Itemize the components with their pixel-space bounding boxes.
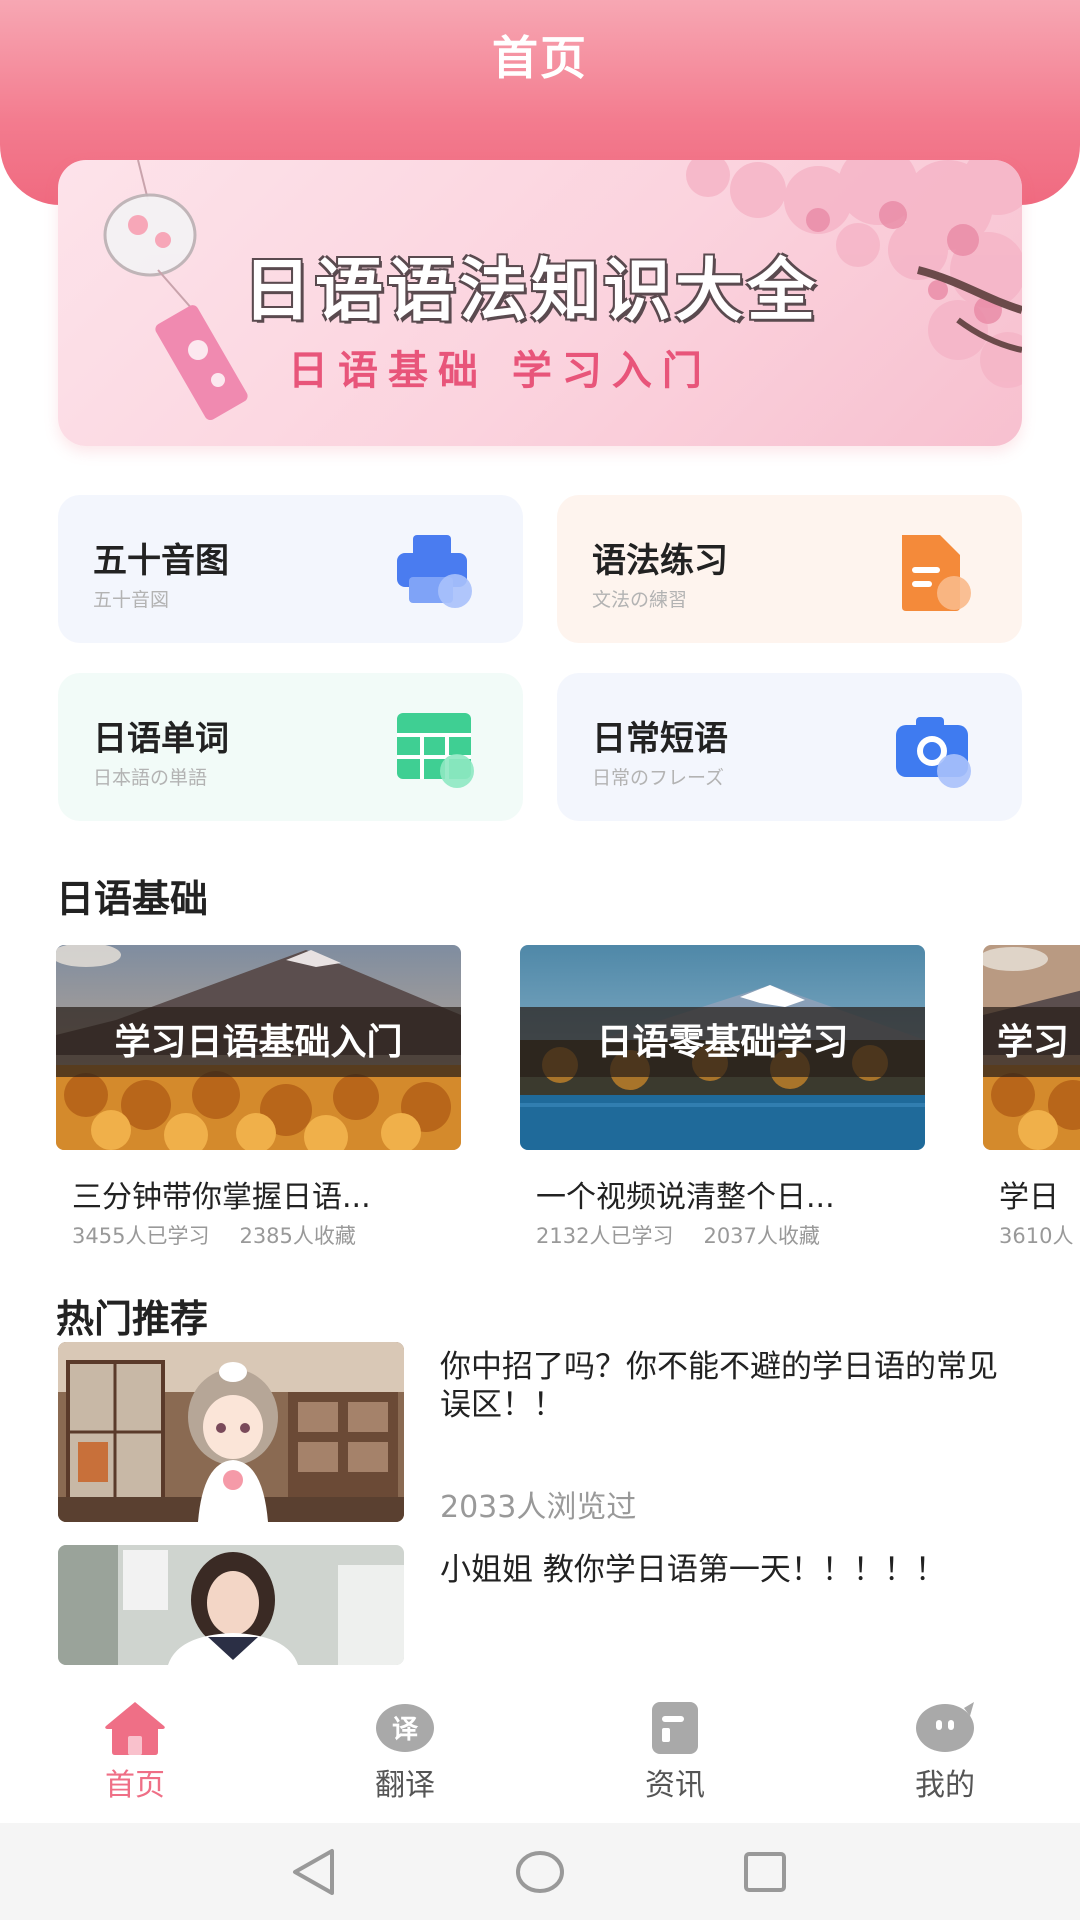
tab-home[interactable]: 首页 <box>0 1668 270 1823</box>
recommendation-thumbnail <box>58 1545 404 1665</box>
feature-subtitle: 日本語の単語 <box>93 767 208 789</box>
tab-news[interactable]: 资讯 <box>540 1668 810 1823</box>
course-card[interactable]: 学习日语基础入门 三分钟带你掌握日语... 3455人已学习 2385人收藏 <box>56 945 461 1245</box>
course-meta: 2132人已学习 2037人收藏 <box>520 1220 925 1245</box>
feature-card-phrases[interactable]: 日常短语 日常のフレーズ <box>557 673 1022 821</box>
recommendation-views: 2033人浏览过 <box>440 1490 637 1525</box>
section-title-hot: 热门推荐 <box>56 1297 209 1341</box>
back-icon[interactable] <box>293 1849 334 1895</box>
feature-title: 日常短语 <box>592 719 728 759</box>
course-meta: 3455人已学习 2385人收藏 <box>56 1220 461 1245</box>
course-meta: 3610人 <box>983 1220 1080 1245</box>
home-circle-icon[interactable] <box>516 1851 564 1893</box>
recommendation-title: 你中招了吗？你不能不避的学日语的常见误区！！ <box>440 1349 998 1423</box>
printer-icon <box>397 535 472 608</box>
chat-bubble-icon <box>916 1702 974 1752</box>
feature-subtitle: 文法の練習 <box>592 589 688 611</box>
feature-card-kana[interactable]: 五十音图 五十音図 <box>58 495 523 643</box>
tab-profile[interactable]: 我的 <box>810 1668 1080 1823</box>
course-card[interactable]: 日语零基础学习 一个视频说清整个日... 2132人已学习 2037人收藏 <box>520 945 925 1245</box>
system-nav-bar <box>0 1823 1080 1920</box>
tab-label: 我的 <box>915 1768 975 1803</box>
course-thumbnail: 日语零基础学习 <box>520 945 925 1150</box>
recommendation-thumbnail <box>58 1342 404 1522</box>
tab-label: 翻译 <box>375 1768 435 1803</box>
course-card[interactable]: 学习 学日 3610人 <box>983 945 1080 1245</box>
tab-translate[interactable]: 译 翻译 <box>270 1668 540 1823</box>
girl-video-image <box>58 1545 404 1665</box>
promo-banner[interactable]: 日语语法知识大全 日语基础 学习入门 <box>58 160 1022 446</box>
news-icon <box>652 1702 698 1754</box>
course-title: 学日 <box>999 1180 1059 1215</box>
recommendation-title: 小姐姐 教你学日语第一天！！！！！ <box>440 1552 946 1588</box>
course-learners: 3610人 <box>999 1224 1074 1245</box>
section-title-basics: 日语基础 <box>56 877 209 921</box>
tab-label: 首页 <box>105 1768 165 1803</box>
tab-label: 资讯 <box>645 1768 705 1803</box>
feature-card-grammar[interactable]: 语法练习 文法の練習 <box>557 495 1022 643</box>
course-thumbnail-label: 学习 <box>983 1007 1080 1077</box>
course-learners: 3455人已学习 <box>72 1224 210 1245</box>
course-carousel[interactable]: 学习日语基础入门 三分钟带你掌握日语... 3455人已学习 2385人收藏 日语… <box>0 945 1080 1245</box>
course-thumbnail-label: 日语零基础学习 <box>520 1007 925 1077</box>
recents-icon[interactable] <box>744 1852 786 1892</box>
recommendation-item[interactable]: 你中招了吗？你不能不避的学日语的常见误区！！ 2033人浏览过 <box>58 1342 1048 1527</box>
table-icon <box>397 713 474 788</box>
course-favorites: 2037人收藏 <box>703 1224 820 1245</box>
page-title: 首页 <box>492 31 588 85</box>
translate-icon: 译 <box>376 1704 434 1752</box>
translate-glyph: 译 <box>392 1715 419 1745</box>
feature-title: 语法练习 <box>592 541 728 581</box>
banner-title: 日语语法知识大全 <box>243 251 820 331</box>
course-thumbnail: 学习日语基础入门 <box>56 945 461 1150</box>
course-thumbnail: 学习 <box>983 945 1080 1150</box>
course-learners: 2132人已学习 <box>536 1224 674 1245</box>
home-icon <box>105 1702 165 1755</box>
course-thumbnail-label: 学习日语基础入门 <box>56 1007 461 1077</box>
course-favorites: 2385人收藏 <box>239 1224 356 1245</box>
course-title: 三分钟带你掌握日语... <box>72 1180 371 1215</box>
banner-subtitle: 日语基础 学习入门 <box>288 347 712 394</box>
feature-card-words[interactable]: 日语单词 日本語の単語 <box>58 673 523 821</box>
feature-title: 五十音图 <box>93 541 229 581</box>
feature-subtitle: 日常のフレーズ <box>592 767 725 789</box>
camera-icon <box>896 717 971 788</box>
system-nav-buttons <box>293 1849 786 1895</box>
document-icon <box>902 535 971 611</box>
course-title: 一个视频说清整个日... <box>536 1180 835 1215</box>
anime-girl-room-image <box>58 1342 404 1522</box>
bottom-tab-bar: 首页 译 翻译 资讯 我的 <box>0 1668 1080 1823</box>
feature-subtitle: 五十音図 <box>93 589 170 611</box>
feature-title: 日语单词 <box>93 719 229 759</box>
